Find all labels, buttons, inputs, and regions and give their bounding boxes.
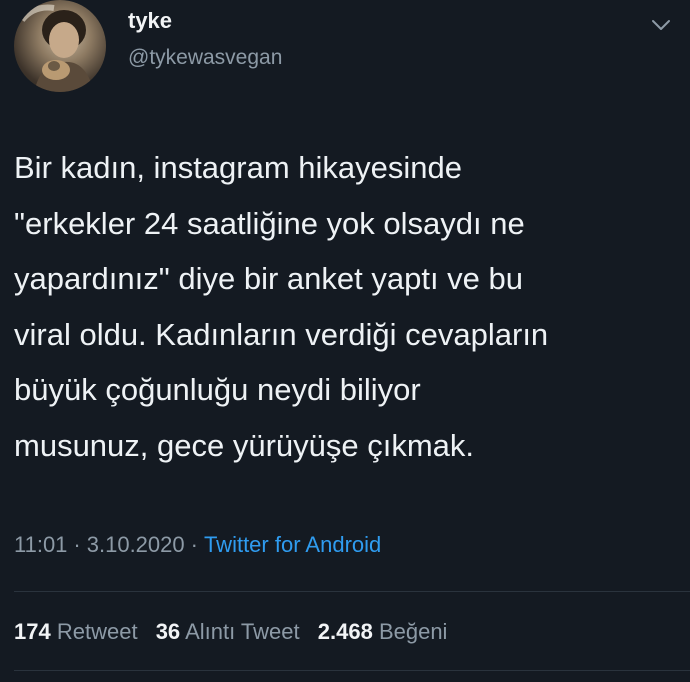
quote-tweets-stat[interactable]: 36 Alıntı Tweet: [156, 619, 300, 644]
user-handle[interactable]: @tykewasvegan: [128, 46, 282, 70]
tweet-text: Bir kadın, instagram hikayesinde "erkekl…: [14, 140, 664, 473]
likes-stat[interactable]: 2.468 Beğeni: [318, 619, 448, 644]
tweet-card: tyke @tykewasvegan Bir kadın, instagram …: [0, 0, 690, 682]
divider: [14, 670, 690, 671]
tweet-text-line: Bir kadın, instagram hikayesinde: [14, 150, 463, 185]
chevron-down-icon: [652, 20, 670, 30]
display-name[interactable]: tyke: [128, 8, 172, 34]
tweet-menu-button[interactable]: [646, 10, 676, 40]
like-label: Beğeni: [378, 619, 448, 644]
tweet-text-line: "erkekler 24 saatliğine yok olsaydı ne: [14, 205, 525, 241]
divider: [14, 591, 690, 592]
tweet-date[interactable]: 3.10.2020: [87, 532, 185, 557]
like-count: 2.468: [317, 619, 373, 644]
retweets-stat[interactable]: 174 Retweet: [14, 619, 138, 644]
tweet-source-link[interactable]: Twitter for Android: [204, 532, 381, 557]
tweet-text-line: viral oldu. Kadınların verdiği cevapları…: [14, 316, 549, 352]
quote-label: Alıntı Tweet: [185, 619, 300, 644]
profile-photo-icon: [19, 4, 94, 92]
meta-separator: ·: [73, 532, 81, 557]
tweet-stats: 174 Retweet 36 Alıntı Tweet 2.468 Beğeni: [14, 619, 459, 645]
tweet-text-line: yapardınız" diye bir anket yaptı ve bu: [14, 261, 524, 296]
tweet-text-line: musunuz, gece yürüyüşe çıkmak.: [14, 427, 475, 463]
retweet-count: 174: [14, 619, 51, 644]
avatar[interactable]: [14, 0, 106, 92]
retweet-label: Retweet: [56, 619, 138, 644]
quote-count: 36: [155, 619, 181, 644]
tweet-meta: 11:01 · 3.10.2020 · Twitter for Android: [14, 532, 381, 558]
tweet-time[interactable]: 11:01: [14, 532, 67, 557]
meta-separator: ·: [190, 532, 198, 557]
tweet-text-line: büyük çoğunluğu neydi biliyor: [14, 372, 421, 407]
